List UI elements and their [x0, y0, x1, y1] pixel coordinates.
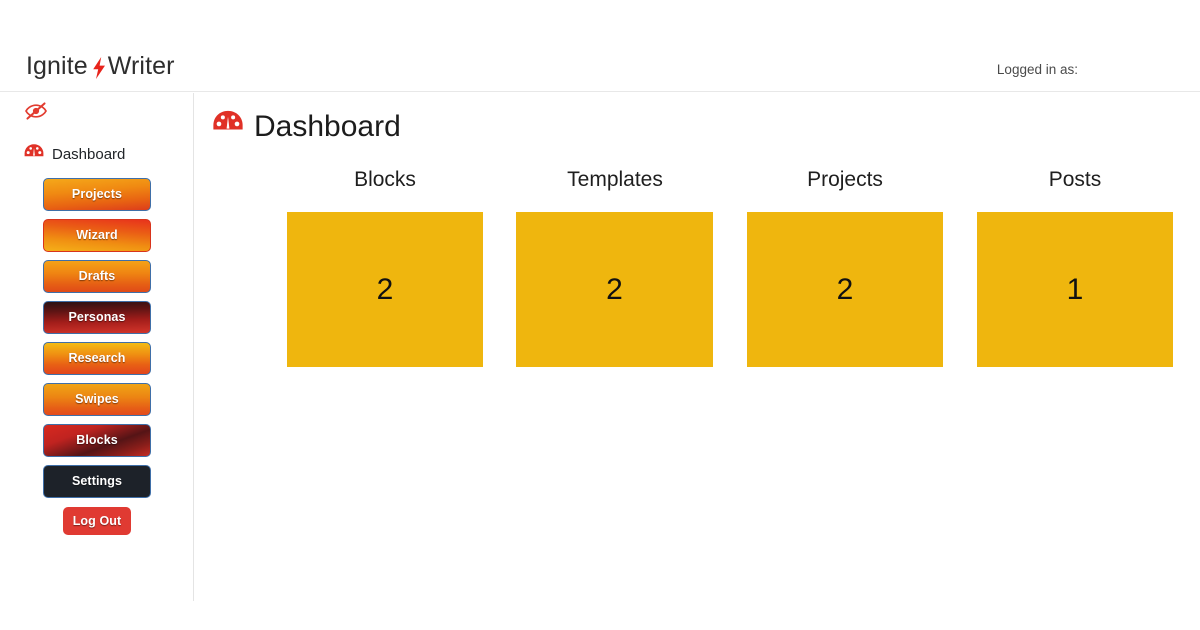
eye-slash-icon[interactable]	[25, 102, 47, 120]
sidebar-nav-buttons: Projects Wizard Drafts Personas Research…	[0, 178, 194, 543]
app-header: Ignite Writer Logged in as:	[0, 0, 1200, 92]
stat-card-value[interactable]: 1	[977, 212, 1173, 367]
stat-card-group: Blocks 2 Templates 2 Projects 2 Posts 1	[285, 168, 1175, 367]
log-out-button[interactable]: Log Out	[63, 507, 131, 535]
main-content: Dashboard Blocks 2 Templates 2 Projects …	[195, 93, 1200, 630]
stat-card-label: Posts	[1048, 168, 1102, 191]
sidebar-item-dashboard[interactable]: Dashboard	[24, 143, 125, 165]
brand-name-part1: Ignite	[26, 52, 88, 80]
sidebar-button-projects[interactable]: Projects	[43, 178, 151, 211]
stat-card-templates: Templates 2	[515, 168, 715, 367]
sidebar-button-swipes[interactable]: Swipes	[43, 383, 151, 416]
stat-card-label: Templates	[567, 168, 663, 191]
stat-card-label: Projects	[807, 168, 883, 191]
stat-card-value[interactable]: 2	[747, 212, 943, 367]
stat-card-value[interactable]: 2	[287, 212, 483, 367]
page-title: Dashboard	[212, 109, 401, 145]
tachometer-icon	[24, 143, 44, 165]
stat-card-value[interactable]: 2	[516, 212, 713, 367]
sidebar: Dashboard Projects Wizard Drafts Persona…	[0, 93, 194, 601]
sidebar-button-personas[interactable]: Personas	[43, 301, 151, 334]
sidebar-button-wizard[interactable]: Wizard	[43, 219, 151, 252]
brand-logo[interactable]: Ignite Writer	[26, 54, 175, 79]
stat-card-posts: Posts 1	[975, 168, 1175, 367]
stat-card-blocks: Blocks 2	[285, 168, 485, 367]
stat-card-projects: Projects 2	[745, 168, 945, 367]
logged-in-label: Logged in as:	[996, 62, 1078, 77]
sidebar-button-blocks[interactable]: Blocks	[43, 424, 151, 457]
tachometer-icon	[212, 109, 244, 145]
sidebar-button-drafts[interactable]: Drafts	[43, 260, 151, 293]
sidebar-button-research[interactable]: Research	[43, 342, 151, 375]
lightning-bolt-icon	[91, 56, 107, 79]
sidebar-button-settings[interactable]: Settings	[43, 465, 151, 498]
sidebar-item-dashboard-label: Dashboard	[52, 145, 126, 163]
brand-name-part2: Writer	[107, 52, 175, 80]
page-title-text: Dashboard	[254, 110, 401, 143]
stat-card-label: Blocks	[354, 168, 416, 191]
